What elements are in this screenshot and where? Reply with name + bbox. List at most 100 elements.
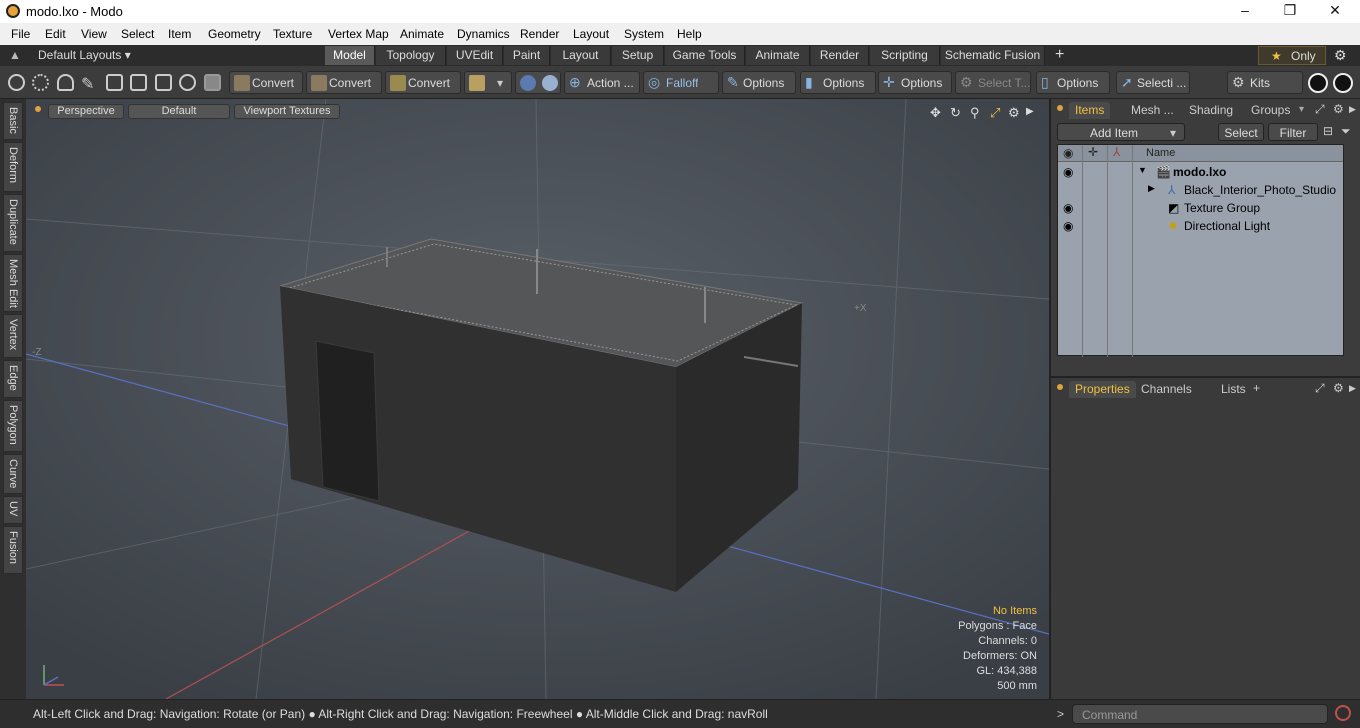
falloff-button[interactable]: ◎ Falloff [643, 71, 719, 94]
tab-model[interactable]: Model [325, 46, 375, 65]
viewport-textures-dropdown[interactable]: Viewport Textures [234, 104, 340, 119]
tab-properties[interactable]: Properties [1069, 381, 1136, 398]
tree-row-mesh[interactable]: ▶ ⅄ Black_Interior_Photo_Studio [1058, 181, 1343, 199]
panel-menu-arrow-icon[interactable]: ▶ [1349, 383, 1356, 394]
only-button[interactable]: ★ Only [1258, 46, 1326, 65]
vtab-mesh-edit[interactable]: Mesh Edit [3, 254, 23, 312]
vtab-fusion[interactable]: Fusion [3, 526, 23, 574]
visibility-column-eye-icon[interactable]: ◉ [1063, 146, 1073, 160]
menu-geometry[interactable]: Geometry [208, 27, 261, 41]
collapse-arrow-icon[interactable]: ▼ [1138, 165, 1147, 175]
menu-view[interactable]: View [81, 27, 107, 41]
vtab-uv[interactable]: UV [3, 496, 23, 524]
lock-column-icon[interactable]: ✛ [1088, 145, 1098, 159]
tree-row-directional-light[interactable]: ◉ ✹ Directional Light [1058, 217, 1343, 235]
vtab-vertex[interactable]: Vertex [3, 314, 23, 358]
menu-render[interactable]: Render [520, 27, 559, 41]
expand-arrow-icon[interactable]: ▶ [1148, 183, 1155, 194]
kits-button[interactable]: ⚙ Kits [1227, 71, 1303, 94]
menu-texture[interactable]: Texture [273, 27, 312, 41]
tab-uvedit[interactable]: UVEdit [447, 46, 503, 65]
vertex-select-icon[interactable] [8, 74, 25, 91]
pivot-icon[interactable] [179, 74, 196, 91]
viewport-gear-icon[interactable]: ⚙ [1008, 105, 1020, 121]
tab-groups[interactable]: Groups [1245, 102, 1296, 119]
tree-row-texture-group[interactable]: ◉ ◩ Texture Group [1058, 199, 1343, 217]
items-icon[interactable] [155, 74, 172, 91]
material-cube-icon[interactable] [204, 74, 221, 91]
polygons-icon[interactable] [130, 74, 147, 91]
panel-menu-arrow-icon[interactable]: ▶ [1349, 104, 1356, 115]
primitive-dropdown[interactable]: ▾ [464, 71, 512, 94]
gear-icon[interactable]: ⚙ [1334, 47, 1347, 64]
tab-schematic-fusion[interactable]: Schematic Fusion [941, 46, 1045, 65]
shading-dropdown[interactable]: Default [128, 104, 230, 119]
vtab-edge[interactable]: Edge [3, 360, 23, 398]
tab-lists[interactable]: Lists [1215, 381, 1252, 398]
menu-help[interactable]: Help [677, 27, 702, 41]
tab-layout[interactable]: Layout [551, 46, 611, 65]
vtab-duplicate[interactable]: Duplicate [3, 194, 23, 252]
tab-render[interactable]: Render [811, 46, 869, 65]
drop-icon[interactable] [57, 74, 74, 91]
record-macro-icon[interactable] [1335, 705, 1351, 721]
eye-icon[interactable]: ◉ [1063, 201, 1077, 215]
tab-paint[interactable]: Paint [504, 46, 550, 65]
tab-mesh[interactable]: Mesh ... [1125, 102, 1180, 119]
menu-system[interactable]: System [624, 27, 664, 41]
tab-shading[interactable]: Shading [1183, 102, 1239, 119]
menu-vertex-map[interactable]: Vertex Map [328, 27, 389, 41]
expand-panel-icon[interactable]: ⤢ [1315, 381, 1325, 396]
tab-scripting[interactable]: Scripting [870, 46, 940, 65]
pen-icon[interactable]: ✎ [81, 74, 98, 93]
vtab-curve[interactable]: Curve [3, 454, 23, 494]
default-layouts-dropdown[interactable]: Default Layouts ▾ [38, 48, 131, 62]
symmetry-buttons[interactable] [515, 71, 561, 94]
close-button[interactable]: ✕ [1320, 2, 1350, 20]
minimize-button[interactable]: – [1230, 2, 1260, 20]
select-through-button[interactable]: ⚙ Select T... [955, 71, 1031, 94]
eye-icon[interactable]: ◉ [1063, 165, 1077, 179]
add-tab-plus-icon[interactable]: + [1253, 381, 1260, 395]
perspective-dropdown[interactable]: Perspective [48, 104, 124, 119]
command-input[interactable]: Command [1072, 704, 1328, 724]
eye-icon[interactable]: ◉ [1063, 219, 1077, 233]
name-column-header[interactable]: Name [1146, 147, 1175, 159]
convert-button-2[interactable]: Convert [306, 71, 382, 94]
tab-channels[interactable]: Channels [1135, 381, 1198, 398]
options-button-2[interactable]: ▮ Options [800, 71, 876, 94]
options-button-1[interactable]: ✎ Options [722, 71, 796, 94]
funnel-icon[interactable]: ⏷ [1341, 124, 1351, 139]
tab-setup[interactable]: Setup [612, 46, 664, 65]
add-item-button[interactable]: Add Item ▾ [1057, 123, 1185, 141]
tab-game-tools[interactable]: Game Tools [665, 46, 745, 65]
unity-icon[interactable] [1308, 73, 1328, 93]
3d-viewport[interactable]: Perspective Default Viewport Textures ✥ … [26, 99, 1049, 699]
selection-sets-button[interactable]: ➚ Selecti ... [1116, 71, 1190, 94]
fit-icon[interactable]: ⤢ [990, 105, 1000, 121]
convert-button-1[interactable]: Convert [229, 71, 303, 94]
tree-row-scene[interactable]: ◉ ▼ 🎬 modo.lxo [1058, 163, 1343, 181]
menu-layout[interactable]: Layout [573, 27, 609, 41]
filter-button[interactable]: Filter [1268, 123, 1318, 141]
add-tab-plus-icon[interactable]: + [1055, 46, 1064, 64]
edges-icon[interactable] [106, 74, 123, 91]
viewport-menu-arrow-icon[interactable]: ▶ [1026, 106, 1034, 117]
vtab-deform[interactable]: Deform [3, 142, 23, 192]
tabs-overflow-chevron-icon[interactable]: ▾ [1299, 104, 1304, 115]
vtab-polygon[interactable]: Polygon [3, 400, 23, 452]
command-history-arrow-icon[interactable]: > [1057, 707, 1064, 721]
tab-animate[interactable]: Animate [746, 46, 810, 65]
type-column-icon[interactable]: ⅄ [1113, 145, 1120, 159]
select-button[interactable]: Select [1218, 123, 1264, 141]
options-button-4[interactable]: ▯ Options [1036, 71, 1110, 94]
vtab-basic[interactable]: Basic [3, 102, 23, 140]
menu-item[interactable]: Item [168, 27, 191, 41]
list-options-icon[interactable]: ⊟ [1323, 124, 1333, 138]
layout-up-arrow-icon[interactable]: ▲ [9, 48, 21, 62]
panel-gear-icon[interactable]: ⚙ [1333, 381, 1344, 395]
pan-icon[interactable]: ✥ [930, 105, 941, 121]
convert-button-3[interactable]: Convert [385, 71, 461, 94]
globe-icon[interactable] [32, 74, 49, 91]
rotate-icon[interactable]: ↻ [950, 105, 961, 121]
